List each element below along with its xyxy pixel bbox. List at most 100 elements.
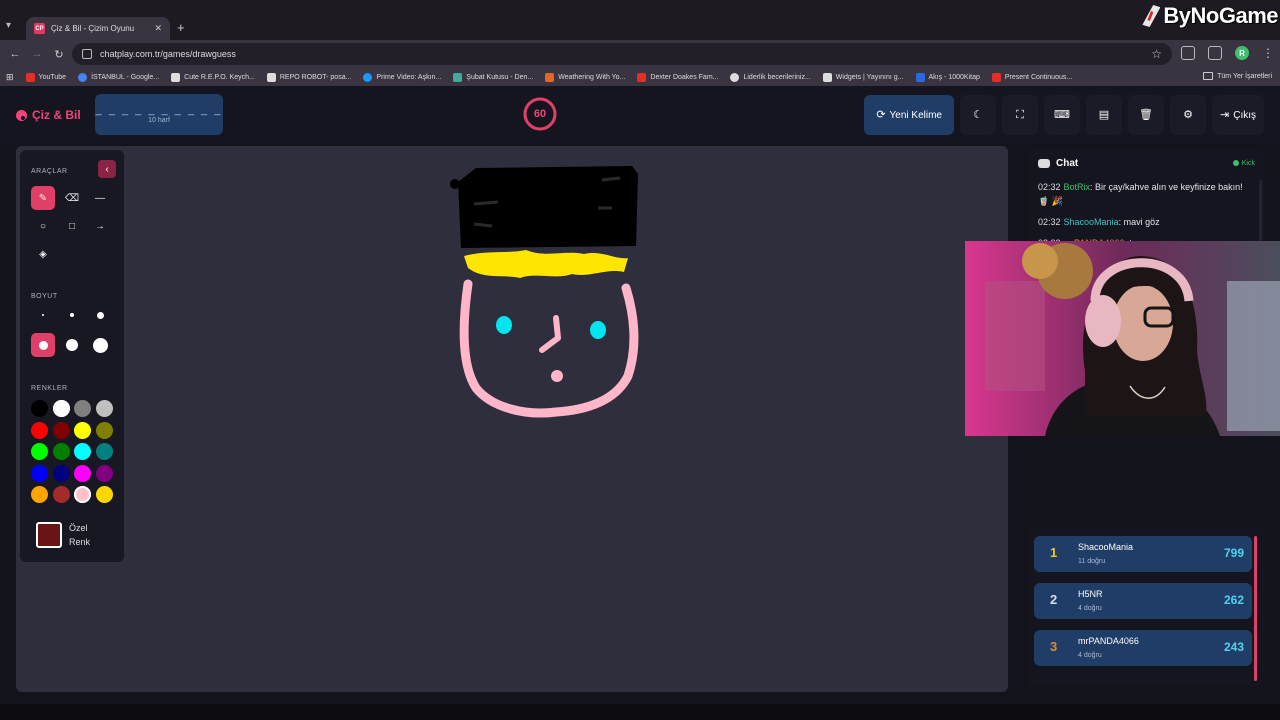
color-swatch[interactable] [31,486,48,503]
player-correct-count: 4 doğru [1078,605,1102,612]
color-swatch[interactable] [74,486,91,503]
extensions-icon[interactable] [1181,46,1195,60]
color-swatch[interactable] [74,400,91,417]
leaderboard-scrollbar[interactable] [1254,536,1257,681]
browser-menu-icon[interactable]: ⋮ [1262,46,1274,60]
new-word-button[interactable]: ⟳ Yeni Kelime [864,95,954,135]
size-xs[interactable] [31,303,55,327]
custom-color-swatch[interactable] [36,522,62,549]
size-sm[interactable] [60,303,84,327]
all-bookmarks-folder[interactable]: Tüm Yer İşaretleri [1203,72,1272,80]
message-user[interactable]: ShacooMania [1064,217,1119,227]
folder-icon [1203,72,1214,80]
trash-icon: 🗑 [1139,108,1153,121]
player-name: H5NR [1078,589,1103,599]
bookmark-item[interactable]: Widgets | Yayınını g... [822,72,904,82]
bookmark-star-icon[interactable]: ☆ [1151,47,1162,61]
keyboard-button[interactable]: ⌨ [1044,95,1080,135]
color-swatch[interactable] [95,400,113,417]
color-swatch[interactable] [31,464,48,482]
drawing-strokes [450,166,639,418]
game-logo[interactable]: Çiz & Bil [16,108,81,122]
color-swatch[interactable] [31,400,48,417]
collapse-panel-button[interactable]: ‹ [98,160,116,178]
fullscreen-button[interactable]: ⛶ [1002,95,1038,135]
fill-tool[interactable]: ◈ [31,242,55,266]
color-swatch[interactable] [74,421,91,439]
line-tool[interactable]: — [88,186,112,210]
color-swatch[interactable] [95,443,113,460]
gear-icon: ⚙ [1183,108,1193,121]
bookmark-item[interactable]: YouTube [25,72,66,82]
brush-tool[interactable]: ✎ [31,186,55,210]
url-field[interactable]: chatplay.com.tr/games/drawguess ☆ [72,43,1172,65]
size-lg[interactable] [31,333,55,357]
exit-button[interactable]: ⇥ Çıkış [1212,95,1264,135]
custom-color[interactable]: Özel Renk [36,521,99,550]
color-swatch[interactable] [31,443,48,460]
player-correct-count: 11 doğru [1078,558,1106,565]
archive-button[interactable]: ▤ [1086,95,1122,135]
color-swatch[interactable] [95,421,113,439]
message-user[interactable]: BotRix [1064,182,1091,192]
arrow-tool[interactable]: → [88,214,112,238]
refresh-icon: ⟳ [876,108,886,121]
color-swatch[interactable] [52,486,70,503]
site-info-icon[interactable] [82,49,92,59]
apps-grid-icon[interactable]: ⊞ [6,72,14,83]
profile-avatar[interactable]: R [1235,46,1249,60]
dark-mode-button[interactable]: ☾ [960,95,996,135]
size-md[interactable] [88,303,112,327]
color-swatch[interactable] [31,421,48,439]
message-time: 02:32 [1038,182,1061,192]
circle-tool[interactable]: ○ [31,214,55,238]
color-swatch[interactable] [95,486,113,503]
color-swatch[interactable] [52,464,70,482]
downloads-icon[interactable] [1208,46,1222,60]
bookmark-favicon [915,72,925,82]
webcam-overlay [965,241,1280,436]
color-swatch[interactable] [95,464,113,482]
drawing-canvas[interactable]: ↶ ↷ 🗑 [16,146,1008,692]
hat-stroke [450,179,460,189]
bookmark-item[interactable]: Present Continuous... [991,72,1072,82]
url-text: chatplay.com.tr/games/drawguess [100,49,236,59]
tab-search-icon[interactable]: ▾ [6,20,20,34]
colors-title: RENKLER [31,385,68,392]
circle-icon: ○ [39,220,47,232]
color-swatch[interactable] [52,400,70,417]
game-header: Çiz & Bil _ _ _ _ _ _ _ _ _ _ 10 harf 60… [0,86,1280,144]
size-xxl[interactable] [88,333,112,357]
settings-button[interactable]: ⚙ [1170,95,1206,135]
color-swatch[interactable] [52,421,70,439]
bookmark-item[interactable]: İSTANBUL - Google... [78,72,159,82]
bookmark-item[interactable]: Cute R.E.P.O. Keych... [171,72,255,82]
message-time: 02:32 [1038,217,1061,227]
bottom-bar [0,704,1280,720]
bookmark-item[interactable]: REPO ROBOT- posa... [266,72,351,82]
bookmark-item[interactable]: Şubat Kutusu - Den... [453,72,533,82]
color-swatch[interactable] [74,443,91,460]
new-tab-icon[interactable]: + [177,20,185,35]
bookmark-item[interactable]: Dexter Doakes Fam... [637,72,718,82]
color-swatch[interactable] [74,464,91,482]
bookmark-favicon [78,72,88,82]
rectangle-tool[interactable]: □ [60,214,84,238]
stream-brand-overlay: ByNoGame [1142,0,1280,32]
bookmark-item[interactable]: Prime Video: Aşkın... [363,72,441,82]
forward-icon[interactable]: → [26,48,48,60]
delete-button[interactable]: 🗑 [1128,95,1164,135]
bookmark-item[interactable]: Akış - 1000Kitap [915,72,980,82]
size-xl[interactable] [60,333,84,357]
browser-tab[interactable]: CP Çiz & Bil - Çizim Oyunu ✕ [26,17,170,40]
eraser-tool[interactable]: ⌫ [60,186,84,210]
bookmark-item[interactable]: Liderlik becerileriniz... [730,72,811,82]
color-swatch[interactable] [52,443,70,460]
chat-message: 02:32 ShacooMania: mavi göz [1038,215,1255,229]
address-bar: ← → ↻ chatplay.com.tr/games/drawguess ☆ [0,40,1280,68]
game-logo-text: Çiz & Bil [32,108,81,122]
bookmark-item[interactable]: Weathering With Yo... [545,72,625,82]
reload-icon[interactable]: ↻ [48,48,70,61]
tab-close-icon[interactable]: ✕ [154,23,162,34]
back-icon[interactable]: ← [4,48,26,60]
